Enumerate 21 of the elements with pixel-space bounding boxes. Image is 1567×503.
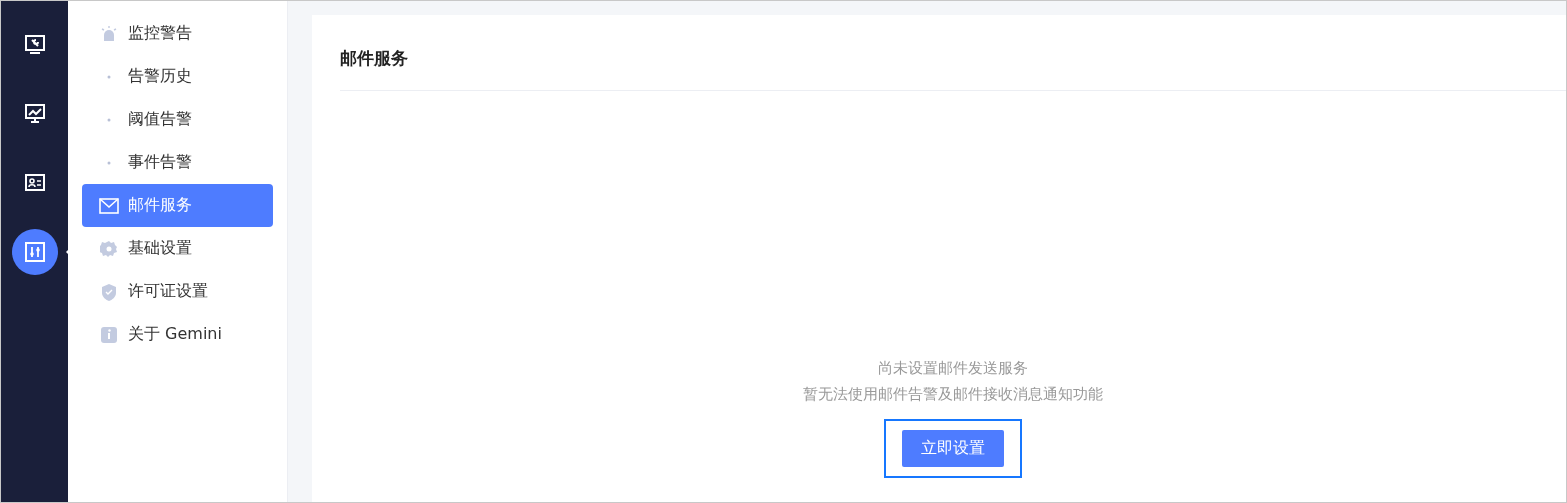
envelope-icon: [99, 197, 119, 214]
menu-item[interactable]: 阈值告警: [82, 98, 273, 141]
menu-item[interactable]: 基础设置: [82, 227, 273, 270]
gear-icon: [100, 239, 118, 258]
panel-title: 邮件服务: [340, 15, 1566, 91]
menu-item[interactable]: 关于 Gemini: [82, 313, 273, 356]
shield-icon: [101, 282, 117, 301]
empty-message: 暂无法使用邮件告警及邮件接收消息通知功能: [803, 384, 1103, 405]
alarm-icon: [100, 24, 118, 43]
contact-card-icon: [23, 172, 46, 194]
sliders-icon: [23, 241, 46, 263]
chart-monitor-icon: [23, 103, 46, 125]
menu-item[interactable]: 告警历史: [82, 55, 273, 98]
menu-item[interactable]: 事件告警: [82, 141, 273, 184]
menu-item[interactable]: 邮件服务: [82, 184, 273, 227]
menu-item[interactable]: 许可证设置: [82, 270, 273, 313]
empty-message: 尚未设置邮件发送服务: [878, 358, 1028, 379]
monitor-wrench-icon: [23, 34, 46, 56]
menu-item[interactable]: 监控警告: [82, 12, 273, 55]
info-icon: [100, 325, 118, 344]
setup-button[interactable]: 立即设置: [902, 430, 1004, 467]
